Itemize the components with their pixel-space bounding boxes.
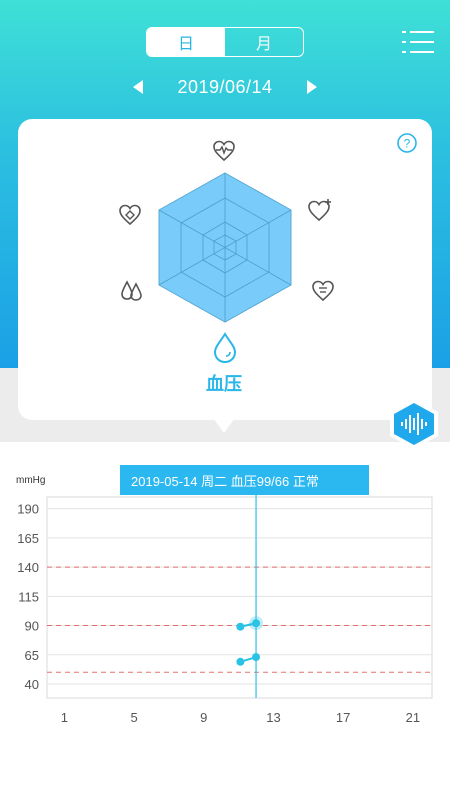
y-tick-label: 115: [18, 589, 39, 604]
x-tick-label: 13: [266, 710, 280, 725]
app-root: 日 月 2019/06/14 ? 血压 mmHg 190 165 140 115…: [0, 0, 450, 800]
y-tick-label: 140: [17, 560, 39, 575]
heart-plus-icon[interactable]: [307, 198, 333, 224]
tab-day[interactable]: 日: [147, 28, 225, 56]
heart-rate-icon[interactable]: [211, 138, 237, 164]
blood-drops-icon[interactable]: [119, 278, 145, 304]
y-axis-unit: mmHg: [16, 475, 46, 486]
x-tick-label: 1: [61, 710, 68, 725]
y-tick-label: 65: [25, 648, 39, 663]
data-point: [236, 622, 245, 631]
voice-assistant-button[interactable]: [386, 396, 442, 452]
health-radar-chart: [158, 172, 292, 323]
blood-pressure-drop-icon[interactable]: [211, 332, 239, 364]
y-tick-label: 190: [17, 502, 39, 517]
radar-polygon: [158, 172, 292, 323]
y-tick-label: 90: [25, 619, 39, 634]
previous-date-arrow-icon[interactable]: [130, 77, 146, 97]
x-tick-label: 17: [336, 710, 350, 725]
period-segmented-control: 日 月: [146, 27, 304, 57]
data-point: [252, 619, 261, 628]
date-navigator: 2019/06/14: [130, 72, 320, 102]
plot-frame: [46, 496, 433, 699]
diamond-heart-icon[interactable]: [117, 202, 143, 228]
y-tick-label: 40: [25, 677, 39, 692]
data-point: [252, 653, 261, 662]
x-tick-label: 21: [406, 710, 420, 725]
blood-pressure-chart: 1901651401159065401 5 9 13 17 21: [17, 490, 433, 725]
next-date-arrow-icon[interactable]: [304, 77, 320, 97]
selected-metric-label: 血压: [206, 374, 242, 394]
y-tick-label: 165: [17, 531, 39, 546]
svg-text:?: ?: [404, 137, 411, 151]
card-pointer: [213, 418, 235, 433]
current-date: 2019/06/14: [177, 76, 273, 97]
menu-icon[interactable]: [402, 28, 434, 56]
data-point: [236, 657, 245, 666]
data-tooltip: 2019-05-14 周二 血压99/66 正常: [120, 465, 369, 495]
tab-month[interactable]: 月: [225, 28, 303, 56]
x-tick-label: 5: [130, 710, 137, 725]
x-tick-label: 9: [200, 710, 207, 725]
emotion-heart-icon[interactable]: [310, 278, 336, 304]
help-icon[interactable]: ?: [396, 132, 418, 154]
